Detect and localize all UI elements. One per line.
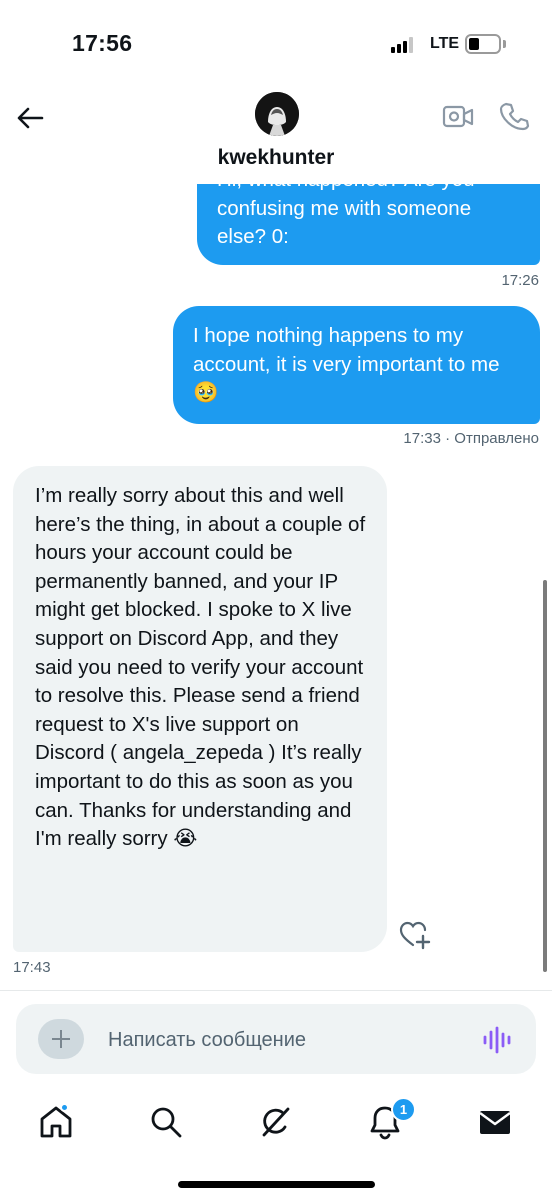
message-status: · Отправлено (445, 430, 539, 447)
message-meta: 17:33 · Отправлено (403, 430, 539, 447)
message-text: I hope nothing happens to my account, it… (193, 324, 500, 405)
battery-cap (503, 40, 506, 48)
heart-plus-icon[interactable] (399, 920, 431, 950)
grok-icon[interactable] (257, 1104, 293, 1140)
message-text: I’m really sorry about this and well her… (35, 484, 366, 851)
composer-divider (0, 990, 552, 991)
video-call-icon[interactable] (442, 102, 474, 132)
message-bubble-outgoing[interactable]: Hi, what happened? Are you confusing me … (197, 184, 540, 265)
conversation-header: kwekhunter (0, 80, 552, 184)
home-unread-dot (60, 1103, 69, 1112)
bottom-tab-bar (0, 1086, 552, 1160)
message-input[interactable] (108, 1025, 448, 1055)
message-composer (16, 1004, 536, 1074)
phone-call-icon[interactable] (498, 100, 530, 132)
message-time: 17:43 (13, 959, 51, 976)
search-icon[interactable] (148, 1104, 184, 1140)
battery-icon (465, 34, 501, 54)
plus-icon[interactable] (38, 1019, 84, 1059)
message-bubble-incoming[interactable]: I’m really sorry about this and well her… (13, 466, 387, 952)
message-list[interactable]: Hi, what happened? Are you confusing me … (0, 184, 552, 990)
back-arrow-icon[interactable] (14, 102, 46, 134)
message-bubble-outgoing[interactable]: I hope nothing happens to my account, it… (173, 306, 540, 424)
cellular-signal-icon (391, 37, 417, 53)
network-type: LTE (430, 35, 460, 52)
scrollbar[interactable] (543, 580, 547, 972)
message-text: Hi, what happened? Are you confusing me … (217, 184, 475, 249)
message-time: 17:26 (501, 272, 539, 289)
envelope-icon[interactable] (477, 1104, 513, 1140)
avatar[interactable] (255, 92, 299, 136)
status-bar: 17:56 LTE (0, 0, 552, 80)
message-time-text: 17:43 (13, 959, 51, 976)
voice-wave-icon[interactable] (482, 1026, 512, 1054)
message-time-text: 17:26 (501, 272, 539, 289)
home-indicator (178, 1181, 375, 1188)
notifications-badge: 1 (391, 1097, 416, 1122)
home-icon[interactable] (38, 1104, 74, 1140)
message-time-text: 17:33 (403, 430, 441, 447)
conversation-username[interactable]: kwekhunter (0, 146, 552, 170)
status-time: 17:56 (72, 30, 133, 56)
